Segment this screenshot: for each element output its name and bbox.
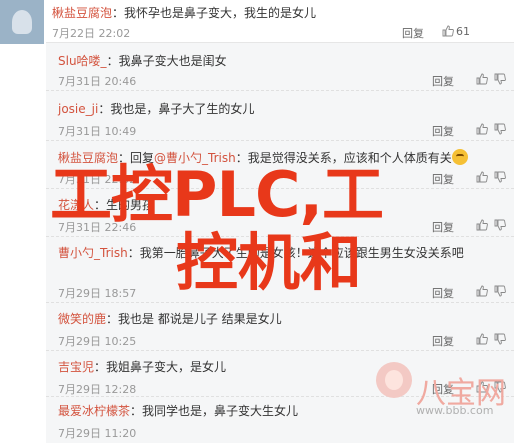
thumbs-down-icon[interactable] — [494, 285, 506, 297]
logo-url: www.bbb.com — [416, 404, 494, 417]
top-comment: 楸盐豆腐泡：我怀孕也是鼻子变大，我生的是女儿 7月22日 22:02 回复 61 — [0, 0, 514, 44]
reply-button[interactable]: 回复 — [432, 73, 454, 89]
mention-link[interactable]: @曹小勺_Trish — [154, 151, 236, 165]
reply-text: 我是觉得没关系，应该和个人体质有关 — [247, 151, 452, 165]
reply-button[interactable]: 回复 — [432, 333, 454, 349]
thumbs-up-icon[interactable] — [476, 285, 488, 297]
reply-time: 7月31日 10:49 — [58, 125, 137, 138]
avatar[interactable] — [0, 0, 44, 44]
thumbs-up-icon[interactable] — [476, 123, 488, 135]
thumbs-down-icon[interactable] — [494, 171, 506, 183]
reply-text: 生的男孩 — [106, 198, 155, 212]
reply-button[interactable]: 回复 — [432, 219, 454, 235]
reply-username[interactable]: 楸盐豆腐泡 — [58, 151, 118, 165]
reply-text: 我也是 都说是儿子 结果是女儿 — [118, 312, 282, 326]
reply-username[interactable]: 吉宝児 — [58, 360, 94, 374]
reply-username[interactable]: 最爱冰柠檬茶 — [58, 404, 130, 418]
comment-username[interactable]: 楸盐豆腐泡 — [52, 6, 112, 20]
reply-time: 7月29日 10:25 — [58, 335, 137, 348]
reply-time: 7月29日 11:20 — [58, 427, 137, 440]
thumbs-down-icon[interactable] — [494, 333, 506, 345]
like-count: 61 — [456, 25, 470, 38]
reply-time: 7月29日 12:28 — [58, 383, 137, 396]
reply-username[interactable]: 曹小勺_Trish — [58, 246, 128, 260]
reply-button[interactable]: 回复 — [432, 285, 454, 301]
reply-username[interactable]: josie_ji — [58, 102, 98, 116]
reply-button[interactable]: 回复 — [432, 171, 454, 187]
thumbs-down-icon[interactable] — [494, 73, 506, 85]
reply-text: 我也是，鼻子大了生的女儿 — [110, 102, 255, 116]
reply-button[interactable]: 回复 — [402, 25, 424, 41]
reply-time: 7月31日 22:46 — [58, 221, 137, 234]
reply-time: 7月31日 22:02 — [58, 173, 137, 186]
reply-username[interactable]: Slu哈喽_ — [58, 54, 107, 68]
reply-username[interactable]: 微笑的鹿 — [58, 312, 106, 326]
like-button[interactable]: 61 — [442, 25, 470, 38]
thumbs-up-icon[interactable] — [476, 73, 488, 85]
reply-prefix: 回复 — [130, 151, 155, 165]
reply-text: 我鼻子变大也是闺女 — [118, 54, 227, 68]
thumbs-up-icon[interactable] — [476, 171, 488, 183]
reply-item: 曹小勺_Trish：我第一胎鼻子大了生的是女孩！这个应该跟生男生女没关系吧 7月… — [46, 237, 514, 303]
reply-time: 7月31日 20:46 — [58, 75, 137, 88]
embarrassed-face-icon — [451, 149, 468, 165]
reply-button[interactable]: 回复 — [432, 123, 454, 139]
site-logo: 八宝网 www.bbb.com — [370, 362, 510, 443]
reply-item: 花漾人：生的男孩 7月31日 22:46 回复 — [46, 189, 514, 237]
reply-item: josie_ji：我也是，鼻子大了生的女儿 7月31日 10:49 回复 — [46, 91, 514, 141]
thumbs-up-icon[interactable] — [476, 333, 488, 345]
comment-colon: ： — [112, 6, 125, 20]
reply-time: 7月29日 18:57 — [58, 287, 137, 300]
reply-item: 楸盐豆腐泡：回复@曹小勺_Trish：我是觉得没关系，应该和个人体质有关 7月3… — [46, 141, 514, 189]
thumbs-up-icon — [442, 25, 454, 37]
mascot-icon — [376, 362, 412, 398]
reply-username[interactable]: 花漾人 — [58, 198, 94, 212]
thumbs-down-icon[interactable] — [494, 219, 506, 231]
thumbs-up-icon[interactable] — [476, 219, 488, 231]
reply-text: 我同学也是，鼻子变大生女儿 — [142, 404, 299, 418]
comment-text: 我怀孕也是鼻子变大，我生的是女儿 — [124, 6, 317, 20]
comment-time: 7月22日 22:02 — [52, 27, 131, 40]
reply-text: 我姐鼻子变大，是女儿 — [106, 360, 227, 374]
reply-item: Slu哈喽_：我鼻子变大也是闺女 7月31日 20:46 回复 — [46, 43, 514, 91]
thumbs-down-icon[interactable] — [494, 123, 506, 135]
reply-text: 我第一胎鼻子大了生的是女孩！这个应该跟生男生女没关系吧 — [139, 246, 464, 260]
reply-item: 微笑的鹿：我也是 都说是儿子 结果是女儿 7月29日 10:25 回复 — [46, 303, 514, 351]
